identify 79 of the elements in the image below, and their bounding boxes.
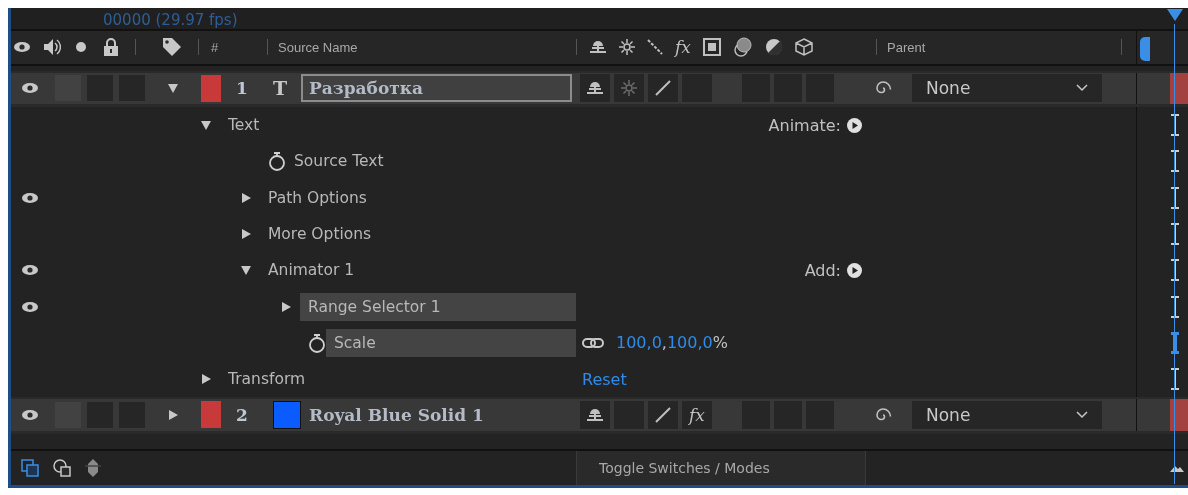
half-circle-icon[interactable] [764, 38, 783, 57]
work-area-handle[interactable] [1140, 37, 1150, 62]
sun-icon [621, 80, 637, 97]
dot-icon[interactable] [75, 41, 87, 54]
reset-link[interactable]: Reset [582, 369, 627, 389]
chevron-down-icon [1076, 410, 1088, 419]
lock-icon[interactable] [103, 38, 119, 57]
property-name[interactable]: Animator 1 [260, 256, 363, 285]
triangle-down-icon[interactable] [200, 119, 212, 131]
shapes-icon[interactable] [53, 458, 71, 477]
triangle-down-icon[interactable] [167, 82, 179, 95]
shy-switch[interactable] [580, 74, 610, 103]
stopwatch-icon[interactable] [308, 332, 326, 353]
shy-icon [586, 406, 604, 423]
value-separator: , [661, 333, 667, 353]
text-layer-icon: T [273, 77, 288, 100]
triangle-right-icon[interactable] [167, 408, 179, 421]
layer-number: 1 [235, 78, 249, 99]
triangle-down-icon[interactable] [240, 264, 252, 277]
playhead-icon[interactable] [1167, 9, 1183, 22]
play-icon [847, 117, 862, 133]
eye-icon [21, 300, 39, 313]
property-name[interactable]: Text [220, 111, 268, 139]
tag-icon[interactable] [162, 37, 182, 58]
number-column-header[interactable]: # [211, 39, 267, 55]
parent-dropdown[interactable]: None [912, 400, 1102, 429]
shy-icon[interactable] [589, 39, 607, 56]
comp-icon[interactable] [21, 458, 39, 477]
label-color-swatch[interactable] [201, 401, 221, 429]
fx-label: fx [689, 405, 705, 424]
label-color-swatch[interactable] [201, 74, 221, 102]
property-name[interactable]: Transform [220, 365, 314, 394]
shy-switch[interactable] [580, 400, 610, 429]
triangle-right-icon[interactable] [240, 191, 252, 204]
parent-dropdown[interactable]: None [912, 74, 1102, 103]
source-name-column-header[interactable]: Source Name [278, 39, 358, 55]
slash-icon[interactable] [647, 39, 663, 56]
brackets-icon[interactable] [85, 458, 101, 477]
layer-name[interactable]: Royal Blue Solid 1 [301, 400, 572, 429]
quality-switch[interactable] [648, 74, 678, 103]
eye-icon [21, 82, 39, 95]
fx-column-header[interactable]: fx [675, 38, 691, 57]
layer-number: 2 [235, 404, 249, 425]
chevron-down-icon [1076, 84, 1088, 93]
property-name[interactable]: More Options [260, 219, 380, 248]
circles-icon[interactable] [732, 37, 753, 58]
triangle-right-icon[interactable] [240, 227, 252, 240]
collapse-switch[interactable] [614, 74, 644, 103]
layer-row[interactable]: 1 T Разработка None [11, 70, 1188, 107]
parent-column-header[interactable]: Parent [887, 39, 926, 55]
cube-icon[interactable] [794, 38, 813, 57]
triangle-right-icon[interactable] [280, 300, 292, 313]
property-name[interactable]: Path Options [260, 183, 375, 212]
scale-value[interactable]: 100,0 [666, 333, 713, 353]
slash-icon [655, 80, 671, 97]
value-separator: % [712, 333, 728, 353]
film-icon[interactable] [702, 38, 721, 57]
property-name[interactable]: Scale [326, 328, 576, 357]
eye-icon [21, 408, 39, 421]
eye-icon [21, 191, 39, 204]
sun-icon[interactable] [619, 39, 635, 56]
property-name[interactable]: Source Text [286, 147, 392, 176]
play-icon [847, 262, 862, 278]
add-menu-button[interactable]: Add: [804, 260, 862, 280]
layer-row[interactable]: 2 Royal Blue Solid 1 fx None [11, 397, 1188, 434]
effects-switch[interactable]: fx [682, 400, 712, 429]
speaker-icon[interactable] [43, 38, 61, 57]
slash-icon [655, 406, 671, 423]
scale-value[interactable]: 100,0 [616, 333, 662, 353]
toggle-switches-modes-button[interactable]: Toggle Switches / Modes [576, 450, 866, 485]
eye-icon [21, 264, 39, 277]
triangle-right-icon[interactable] [200, 373, 212, 386]
layer-name[interactable]: Разработка [301, 74, 572, 103]
stopwatch-icon[interactable] [268, 151, 286, 172]
link-icon[interactable] [582, 336, 604, 349]
quality-switch[interactable] [648, 400, 678, 429]
property-name[interactable]: Range Selector 1 [300, 292, 576, 321]
add-menu-button[interactable]: Animate: [768, 115, 862, 135]
shy-icon [586, 80, 604, 97]
